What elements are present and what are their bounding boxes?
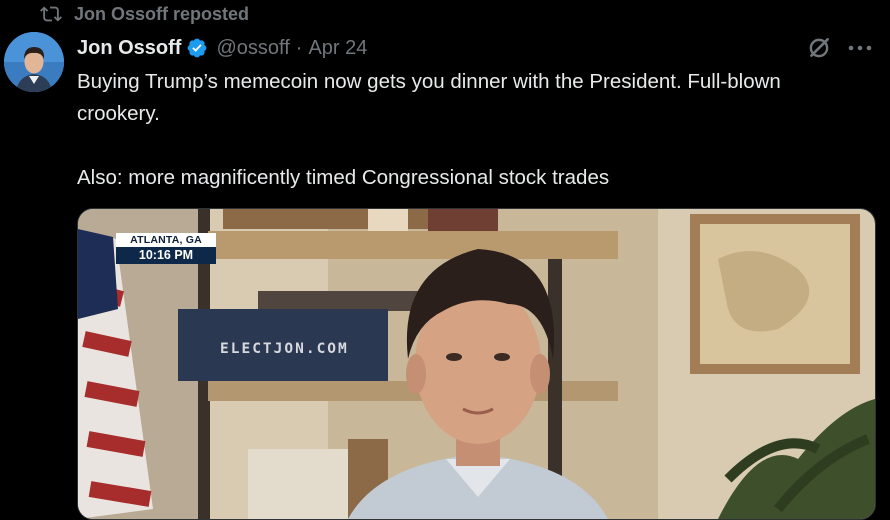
tweet-text: Buying Trump’s memecoin now gets you din… <box>77 66 857 194</box>
location-time: 10:16 PM <box>116 247 216 264</box>
verified-badge-icon[interactable] <box>186 37 208 59</box>
author-handle[interactable]: @ossoff <box>216 37 289 60</box>
tweet-header: Jon Ossoff @ossoff · Apr 24 <box>77 34 367 62</box>
location-city: ATLANTA, GA <box>116 233 216 247</box>
campaign-sign: ELECTJON.COM <box>220 341 349 357</box>
location-badge: ATLANTA, GA 10:16 PM <box>116 233 216 264</box>
tweet-paragraph: Also: more magnificently timed Congressi… <box>77 166 610 189</box>
tweet-paragraph: Buying Trump’s memecoin now gets you din… <box>77 70 781 125</box>
repost-icon <box>40 6 62 22</box>
repost-indicator[interactable]: Jon Ossoff reposted <box>40 2 249 26</box>
more-icon[interactable] <box>846 38 874 58</box>
author-avatar[interactable] <box>4 32 64 92</box>
grok-icon[interactable] <box>806 35 832 61</box>
repost-label: Jon Ossoff reposted <box>74 3 250 24</box>
tweet-date[interactable]: Apr 24 <box>308 37 367 60</box>
separator-dot: · <box>295 36 303 59</box>
tweet-video[interactable]: ATLANTA, GA 10:16 PM ELECTJON.COM <box>77 208 876 520</box>
author-name[interactable]: Jon Ossoff <box>77 37 181 60</box>
